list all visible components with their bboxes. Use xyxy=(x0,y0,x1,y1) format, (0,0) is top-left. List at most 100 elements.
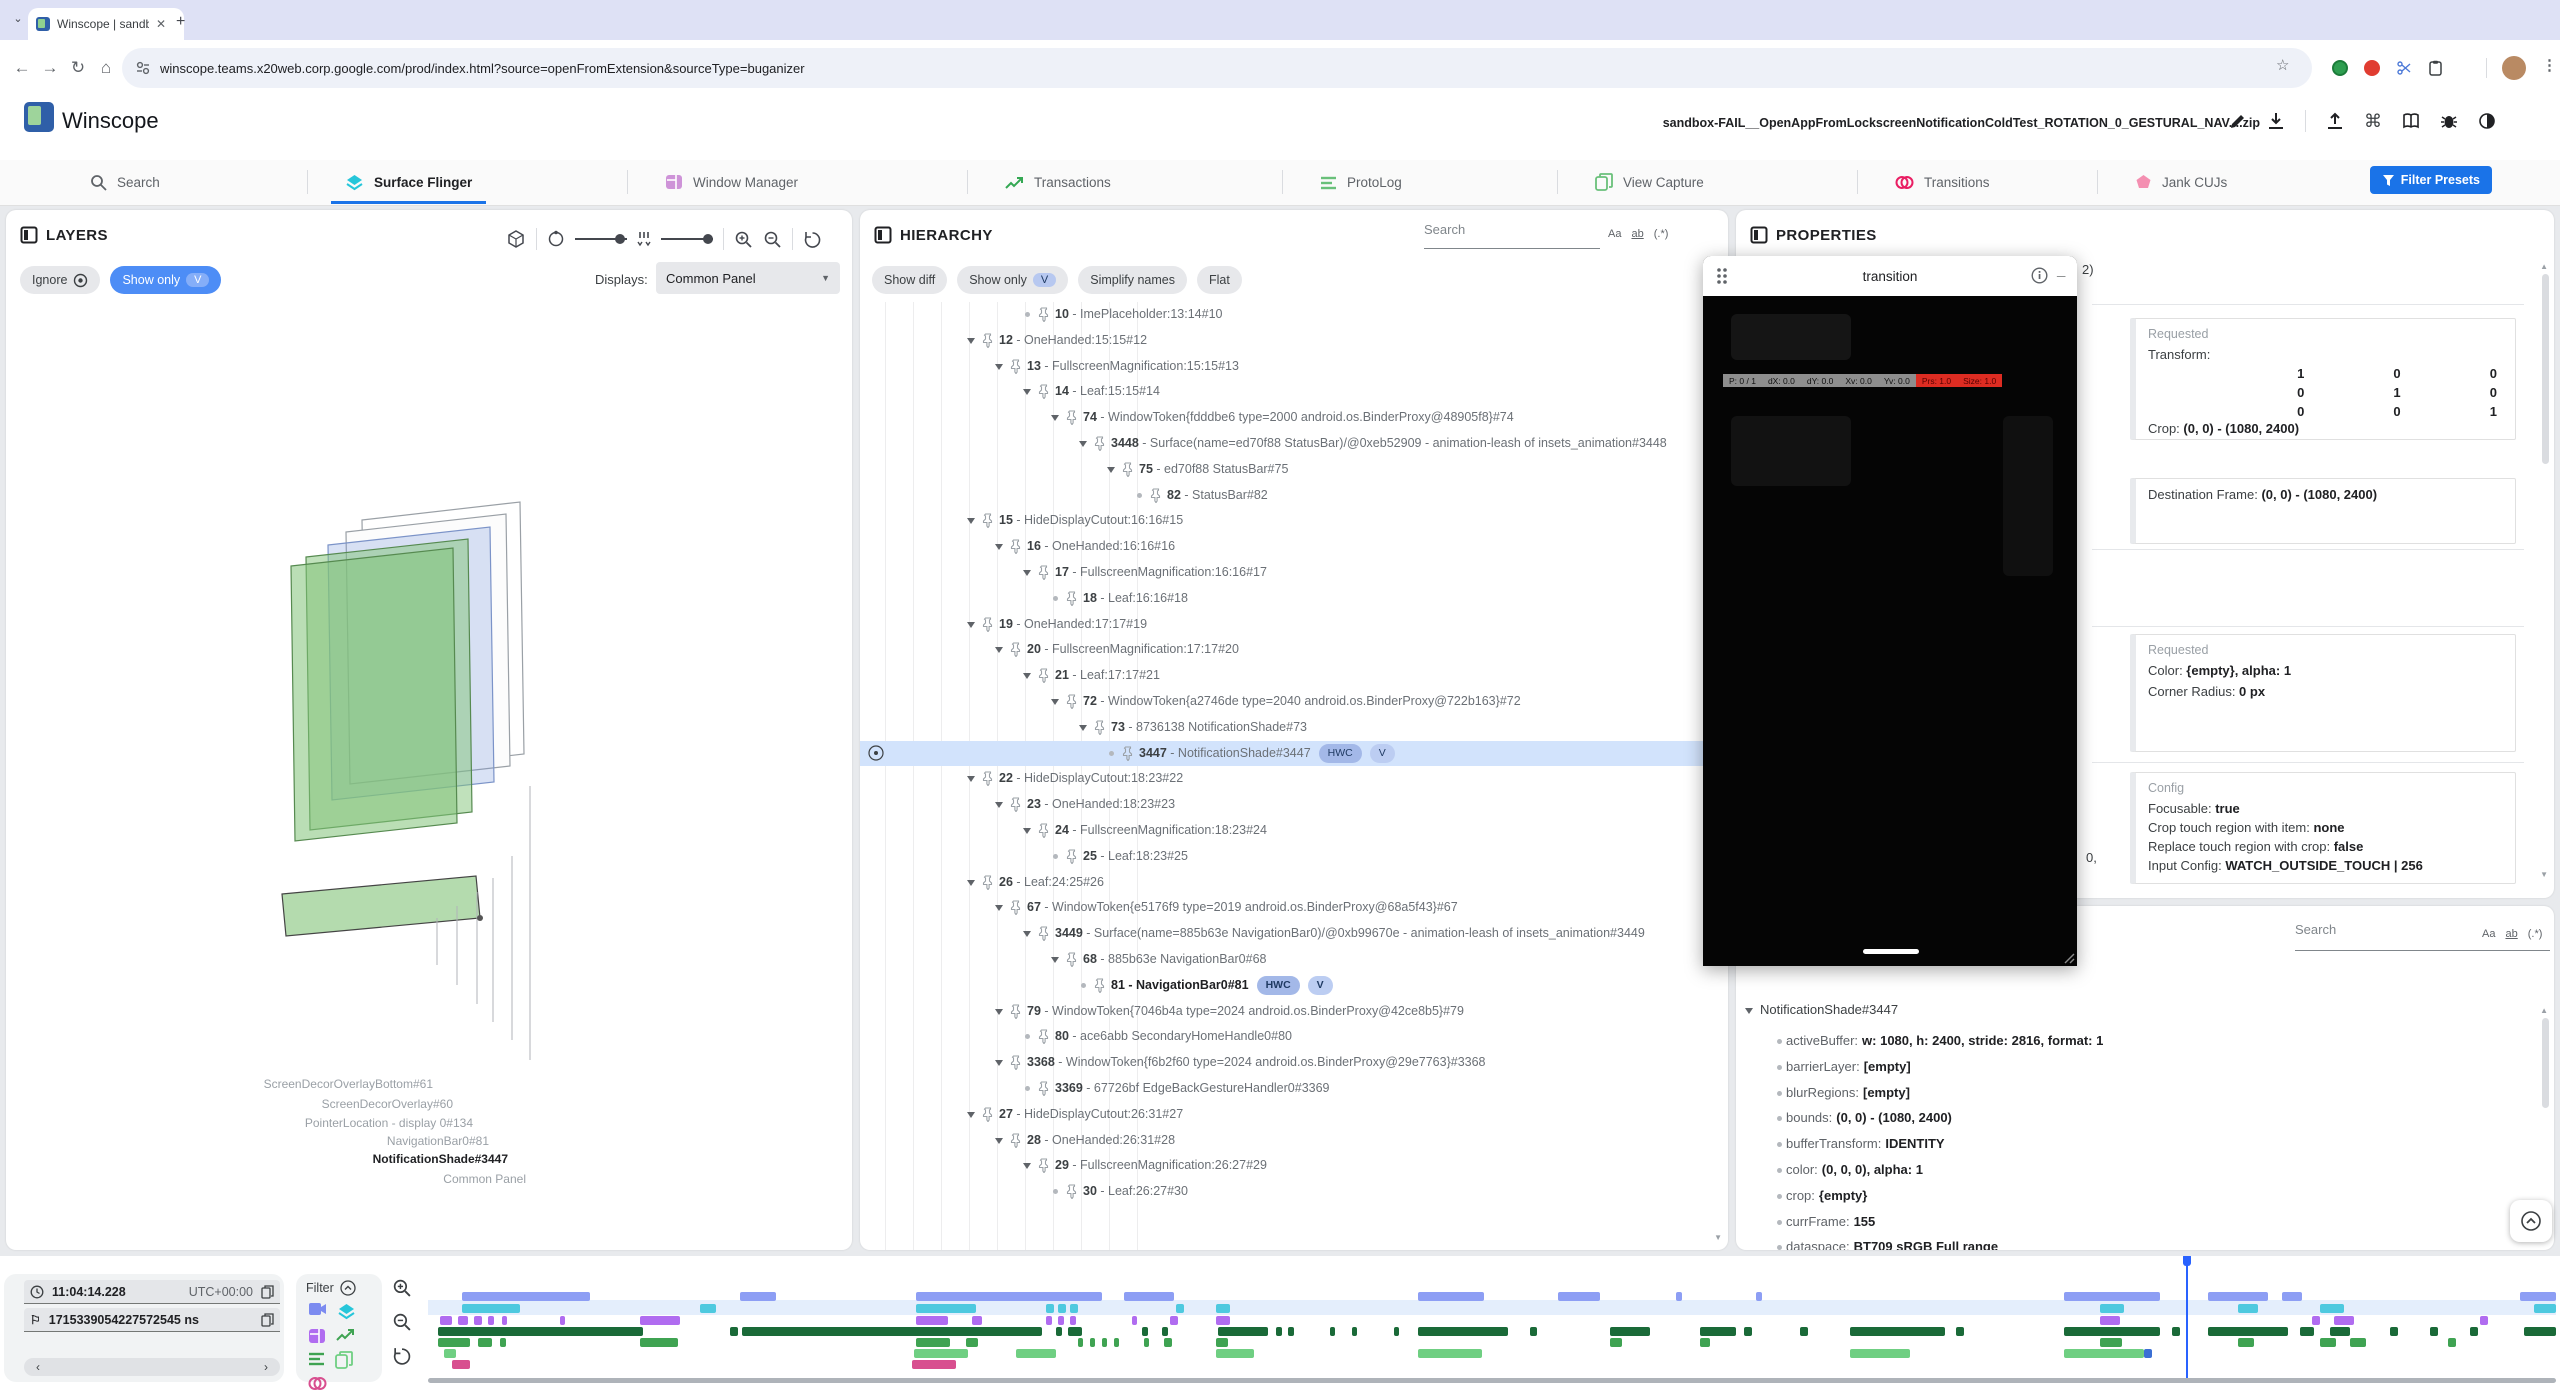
segment-transactions[interactable] xyxy=(2330,1327,2350,1336)
filter-window-icon[interactable] xyxy=(308,1327,326,1345)
timeline-cursor[interactable] xyxy=(2186,1256,2188,1378)
pin-icon[interactable] xyxy=(1008,797,1024,812)
zoom-in-icon[interactable] xyxy=(392,1278,412,1298)
scroll-down-arrow[interactable]: ▼ xyxy=(1714,1233,1722,1242)
match-case-toggle[interactable]: Aa xyxy=(2482,928,2495,940)
tab-search[interactable]: Search xyxy=(90,160,160,204)
panel-collapse-icon[interactable] xyxy=(20,226,38,244)
timeline-canvas[interactable] xyxy=(428,1256,2556,1392)
segment-transactions[interactable] xyxy=(2524,1327,2556,1336)
segment-transactions[interactable] xyxy=(2390,1327,2398,1336)
tree-node-80[interactable]: 80 - ace6abb SecondaryHomeHandle0#80 xyxy=(860,1024,1728,1050)
dark-mode-icon[interactable] xyxy=(2478,112,2496,130)
layers-3d-view[interactable] xyxy=(6,306,852,1250)
shortcuts-icon[interactable]: ⌘ xyxy=(2364,111,2382,132)
segment-transactions[interactable] xyxy=(1744,1327,1752,1336)
segment-view-capture[interactable] xyxy=(2064,1349,2144,1358)
segment-transactions[interactable] xyxy=(1700,1327,1736,1336)
segment-screen-recording[interactable] xyxy=(1558,1292,1600,1301)
segment-window-manager[interactable] xyxy=(1058,1316,1064,1325)
pin-icon[interactable] xyxy=(980,333,996,348)
chip-show-only[interactable]: Show onlyV xyxy=(957,266,1068,294)
pin-icon[interactable] xyxy=(1036,1029,1052,1044)
pin-icon[interactable] xyxy=(980,875,996,890)
tree-node-14[interactable]: 14 - Leaf:15:15#14 xyxy=(860,379,1728,405)
segment-protolog[interactable] xyxy=(478,1338,492,1347)
pin-icon[interactable] xyxy=(1092,436,1108,451)
segment-window-manager[interactable] xyxy=(474,1316,482,1325)
minimize-button[interactable]: _ xyxy=(2057,262,2065,279)
next-frame-button[interactable]: › xyxy=(264,1360,268,1374)
timestamp-field[interactable]: ⚐ 1715339054227572545 ns xyxy=(24,1308,280,1332)
scroll-up-arrow[interactable]: ▲ xyxy=(2540,1006,2548,1015)
displays-select[interactable]: Common Panel▼ xyxy=(656,262,840,294)
extension-green-icon[interactable] xyxy=(2332,60,2348,76)
profile-avatar[interactable] xyxy=(2502,56,2526,80)
segment-window-manager[interactable] xyxy=(2480,1316,2488,1325)
filter-lines-icon[interactable] xyxy=(308,1351,325,1369)
reload-icon[interactable]: ↻ xyxy=(64,58,92,78)
segment-screen-recording[interactable] xyxy=(1756,1292,1762,1301)
tree-node-25[interactable]: 25 - Leaf:18:23#25 xyxy=(860,844,1728,870)
chevron-expander[interactable] xyxy=(1048,410,1062,424)
properties-scrollbar[interactable] xyxy=(2542,274,2549,464)
extension-red-icon[interactable] xyxy=(2364,60,2380,76)
tree-node-10[interactable]: 10 - ImePlaceholder:13:14#10 xyxy=(860,302,1728,328)
pin-icon[interactable] xyxy=(1064,1184,1080,1199)
segment-window-manager[interactable] xyxy=(916,1316,948,1325)
segment-protolog[interactable] xyxy=(640,1338,678,1347)
chevron-expander[interactable] xyxy=(1020,926,1034,940)
overlay-title-bar[interactable]: transition _ xyxy=(1703,256,2077,296)
segment-window-manager[interactable] xyxy=(440,1316,452,1325)
segment-transactions[interactable] xyxy=(730,1327,738,1336)
property-crop[interactable]: crop:{empty} xyxy=(1772,1183,2532,1209)
segment-screen-recording[interactable] xyxy=(740,1292,776,1301)
tree-node-15[interactable]: 15 - HideDisplayCutout:16:16#15 xyxy=(860,508,1728,534)
tree-node-27[interactable]: 27 - HideDisplayCutout:26:31#27 xyxy=(860,1102,1728,1128)
chevron-expander[interactable] xyxy=(992,1004,1006,1018)
segment-screen-recording[interactable] xyxy=(1676,1292,1682,1301)
browser-tab[interactable]: Winscope | sandbox-FAI... ✕ xyxy=(28,8,184,40)
info-icon[interactable] xyxy=(2031,267,2048,284)
segment-surface-flinger[interactable] xyxy=(1216,1304,1230,1313)
scissors-extension-icon[interactable] xyxy=(2396,60,2412,76)
visibility-icon[interactable] xyxy=(868,745,884,761)
property-barrierLayer[interactable]: barrierLayer:[empty] xyxy=(1772,1054,2532,1080)
pin-icon[interactable] xyxy=(980,1107,996,1122)
panel-collapse-icon[interactable] xyxy=(1750,226,1768,244)
segment-transactions[interactable] xyxy=(1394,1327,1399,1336)
tree-node-18[interactable]: 18 - Leaf:16:16#18 xyxy=(860,586,1728,612)
filter-zigzag-icon[interactable] xyxy=(336,1327,355,1345)
pin-icon[interactable] xyxy=(1008,1004,1024,1019)
pin-icon[interactable] xyxy=(1008,642,1024,657)
pin-icon[interactable] xyxy=(1064,591,1080,606)
collapse-filter-icon[interactable] xyxy=(340,1280,356,1296)
property-blurRegions[interactable]: blurRegions:[empty] xyxy=(1772,1080,2532,1106)
pin-icon[interactable] xyxy=(980,617,996,632)
chevron-expander[interactable] xyxy=(1020,668,1034,682)
segment-window-manager[interactable] xyxy=(458,1316,468,1325)
timeline-hscrollbar[interactable] xyxy=(428,1378,2556,1383)
property-currFrame[interactable]: currFrame:155 xyxy=(1772,1209,2532,1235)
segment-screen-recording[interactable] xyxy=(1124,1292,1174,1301)
pin-icon[interactable] xyxy=(1120,746,1136,761)
copy-icon[interactable] xyxy=(261,1313,274,1327)
tree-node-3448[interactable]: 3448 - Surface(name=ed70f88 StatusBar)/@… xyxy=(860,431,1728,457)
segment-protolog[interactable] xyxy=(1700,1338,1710,1347)
filter-layers-icon[interactable] xyxy=(337,1302,356,1321)
tree-node-82[interactable]: 82 - StatusBar#82 xyxy=(860,483,1728,509)
hierarchy-search-input[interactable]: Search xyxy=(1424,222,1600,249)
3d-view-icon[interactable] xyxy=(506,229,526,249)
property-dataspace[interactable]: dataspace:BT709 sRGB Full range xyxy=(1772,1234,2532,1250)
segment-transactions[interactable] xyxy=(1056,1327,1062,1336)
forward-icon[interactable]: → xyxy=(36,58,64,78)
segment-window-manager[interactable] xyxy=(2334,1316,2354,1325)
segment-surface-flinger[interactable] xyxy=(700,1304,716,1313)
segment-transactions[interactable] xyxy=(2470,1327,2478,1336)
reset-view-icon[interactable] xyxy=(803,230,822,249)
segment-view-capture[interactable] xyxy=(1016,1349,1056,1358)
regex-toggle[interactable]: (.*) xyxy=(1654,228,1669,240)
url-bar[interactable]: winscope.teams.x20web.corp.google.com/pr… xyxy=(122,48,2312,88)
property-color[interactable]: color:(0, 0, 0), alpha: 1 xyxy=(1772,1157,2532,1183)
tree-node-67[interactable]: 67 - WindowToken{e5176f9 type=2019 andro… xyxy=(860,895,1728,921)
